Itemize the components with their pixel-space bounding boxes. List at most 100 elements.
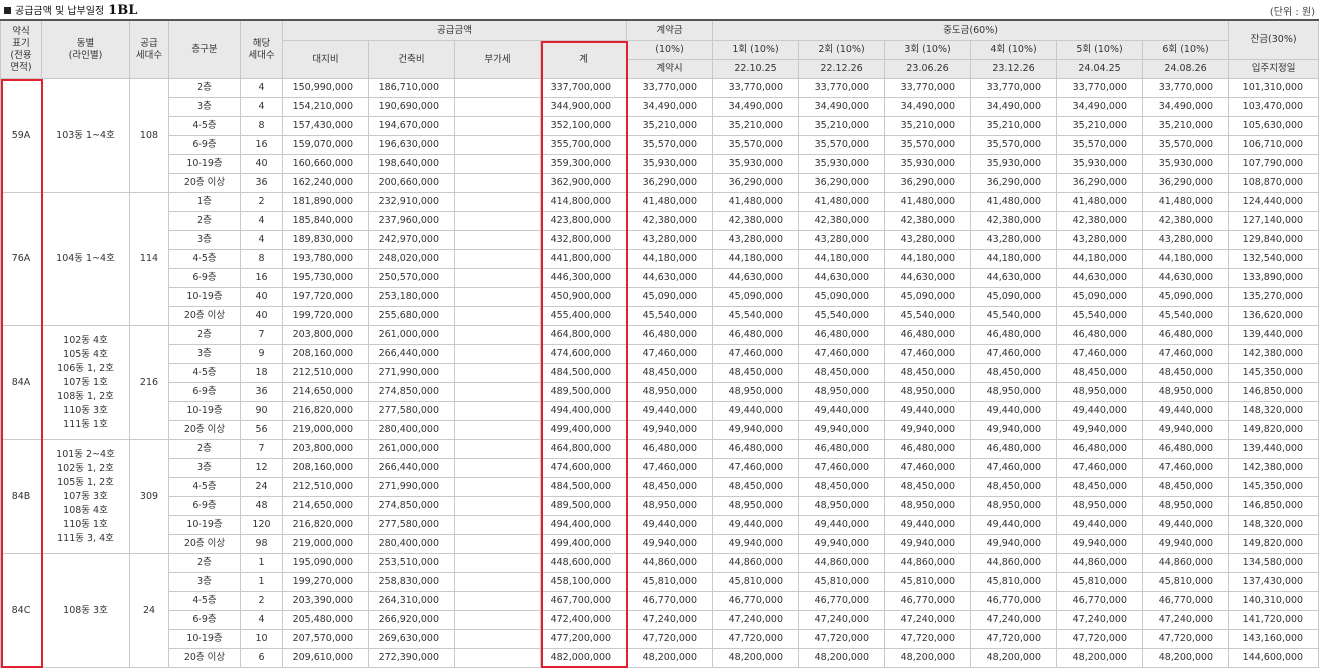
cell-installment-5: 34,490,000 <box>1056 97 1144 117</box>
table-row: 20층 이상 56 219,000,000 280,400,000 499,400,00… <box>1 420 1320 440</box>
cell-installment-6: 49,940,000 <box>1142 420 1230 440</box>
cell-floor: 6-9층 <box>168 268 241 288</box>
cell-land: 181,890,000 <box>282 192 369 212</box>
cell-installment-6: 47,460,000 <box>1142 458 1230 478</box>
cell-installment-1: 45,540,000 <box>712 306 800 326</box>
cell-building: 261,000,000 <box>368 325 455 345</box>
cell-installment-2: 48,200,000 <box>798 648 886 668</box>
cell-installment-4: 42,380,000 <box>970 211 1058 231</box>
header-installment-4-date: 23.12.26 <box>970 59 1058 79</box>
cell-installment-1: 49,440,000 <box>712 515 800 535</box>
cell-units: 40 <box>240 287 283 307</box>
cell-installment-1: 49,940,000 <box>712 420 800 440</box>
cell-installment-5: 44,860,000 <box>1056 553 1144 573</box>
cell-balance: 148,320,000 <box>1228 515 1320 535</box>
cell-land: 162,240,000 <box>282 173 369 193</box>
cell-total: 355,700,000 <box>539 135 628 155</box>
cell-installment-2: 49,940,000 <box>798 534 886 554</box>
header-installment-2: 2회 (10%) <box>798 40 886 60</box>
cell-total: 359,300,000 <box>539 154 628 174</box>
cell-installment-2: 49,940,000 <box>798 420 886 440</box>
table-row: 6-9층 4 205,480,000 266,920,000 472,400,000 47… <box>1 610 1320 630</box>
cell-deposit: 44,180,000 <box>626 249 714 269</box>
cell-installment-5: 47,720,000 <box>1056 629 1144 649</box>
header-type: 약식 표기 (전용 면적) <box>0 19 42 79</box>
cell-total: 464,800,000 <box>539 325 628 345</box>
header-installment-6-date: 24.08.26 <box>1142 59 1230 79</box>
cell-units: 16 <box>240 268 283 288</box>
title-bar: 공급금액 및 납부일정 1BL (단위 : 원) <box>0 0 1321 19</box>
cell-land: 193,780,000 <box>282 249 369 269</box>
cell-land: 195,090,000 <box>282 553 369 573</box>
table-row: 4-5층 24 212,510,000 271,990,000 484,500,000 4… <box>1 477 1320 497</box>
header-units: 해당 세대수 <box>240 19 283 79</box>
header-balance-when: 입주지정일 <box>1228 59 1320 79</box>
cell-installment-5: 49,940,000 <box>1056 534 1144 554</box>
cell-installment-4: 33,770,000 <box>970 78 1058 98</box>
cell-installment-4: 41,480,000 <box>970 192 1058 212</box>
table-row: 84C 108동 3호 24 2층 1 195,090,000 253,510,000 448… <box>0 553 1320 668</box>
cell-units: 4 <box>240 78 283 98</box>
header-vat: 부가세 <box>454 40 541 79</box>
cell-installment-4: 46,480,000 <box>970 325 1058 345</box>
cell-installment-2: 35,570,000 <box>798 135 886 155</box>
cell-vat <box>454 154 541 174</box>
cell-installment-6: 33,770,000 <box>1142 78 1230 98</box>
cell-installment-3: 48,450,000 <box>884 477 972 497</box>
cell-land: 159,070,000 <box>282 135 369 155</box>
cell-deposit: 48,450,000 <box>626 363 714 383</box>
cell-deposit: 42,380,000 <box>626 211 714 231</box>
cell-total: 489,500,000 <box>539 382 628 402</box>
cell-deposit: 47,460,000 <box>626 458 714 478</box>
unit-label: (단위 : 원) <box>1269 7 1315 18</box>
cell-deposit: 44,630,000 <box>626 268 714 288</box>
cell-land: 219,000,000 <box>282 534 369 554</box>
cell-dong: 103동 1~4호 <box>41 78 130 193</box>
cell-installment-4: 48,200,000 <box>970 648 1058 668</box>
table-row: 3층 9 208,160,000 266,440,000 474,600,000 47,4… <box>1 344 1320 364</box>
cell-installment-4: 49,440,000 <box>970 401 1058 421</box>
cell-land: 199,720,000 <box>282 306 369 326</box>
cell-building: 250,570,000 <box>368 268 455 288</box>
cell-balance: 101,310,000 <box>1228 78 1320 98</box>
header-installment-1-date: 22.10.25 <box>712 59 800 79</box>
cell-installment-3: 43,280,000 <box>884 230 972 250</box>
cell-total: 344,900,000 <box>539 97 628 117</box>
cell-installment-5: 48,450,000 <box>1056 363 1144 383</box>
cell-deposit: 47,240,000 <box>626 610 714 630</box>
cell-building: 277,580,000 <box>368 401 455 421</box>
cell-installment-5: 49,440,000 <box>1056 515 1144 535</box>
cell-units: 4 <box>240 230 283 250</box>
cell-vat <box>454 458 541 478</box>
cell-floor: 6-9층 <box>168 135 241 155</box>
cell-installment-4: 48,950,000 <box>970 382 1058 402</box>
cell-deposit: 45,090,000 <box>626 287 714 307</box>
cell-installment-4: 45,540,000 <box>970 306 1058 326</box>
cell-balance: 139,440,000 <box>1228 439 1320 459</box>
cell-installment-5: 42,380,000 <box>1056 211 1144 231</box>
cell-installment-2: 48,950,000 <box>798 382 886 402</box>
cell-vat <box>454 97 541 117</box>
cell-installment-1: 47,240,000 <box>712 610 800 630</box>
cell-land: 209,610,000 <box>282 648 369 668</box>
cell-building: 264,310,000 <box>368 591 455 611</box>
cell-installment-3: 45,540,000 <box>884 306 972 326</box>
cell-units: 36 <box>240 382 283 402</box>
cell-building: 198,640,000 <box>368 154 455 174</box>
cell-installment-5: 35,930,000 <box>1056 154 1144 174</box>
cell-total: 494,400,000 <box>539 401 628 421</box>
cell-floor: 6-9층 <box>168 496 241 516</box>
cell-installment-5: 43,280,000 <box>1056 230 1144 250</box>
cell-balance: 105,630,000 <box>1228 116 1320 136</box>
header-installment-5: 5회 (10%) <box>1056 40 1144 60</box>
table-row: 6-9층 48 214,650,000 274,850,000 489,500,000 4… <box>1 496 1320 516</box>
cell-land: 150,990,000 <box>282 78 369 98</box>
cell-installment-5: 33,770,000 <box>1056 78 1144 98</box>
cell-units: 1 <box>240 553 283 573</box>
cell-installment-3: 41,480,000 <box>884 192 972 212</box>
cell-installment-6: 41,480,000 <box>1142 192 1230 212</box>
cell-installment-1: 45,090,000 <box>712 287 800 307</box>
cell-total: 432,800,000 <box>539 230 628 250</box>
cell-total: 450,900,000 <box>539 287 628 307</box>
cell-installment-3: 47,460,000 <box>884 458 972 478</box>
